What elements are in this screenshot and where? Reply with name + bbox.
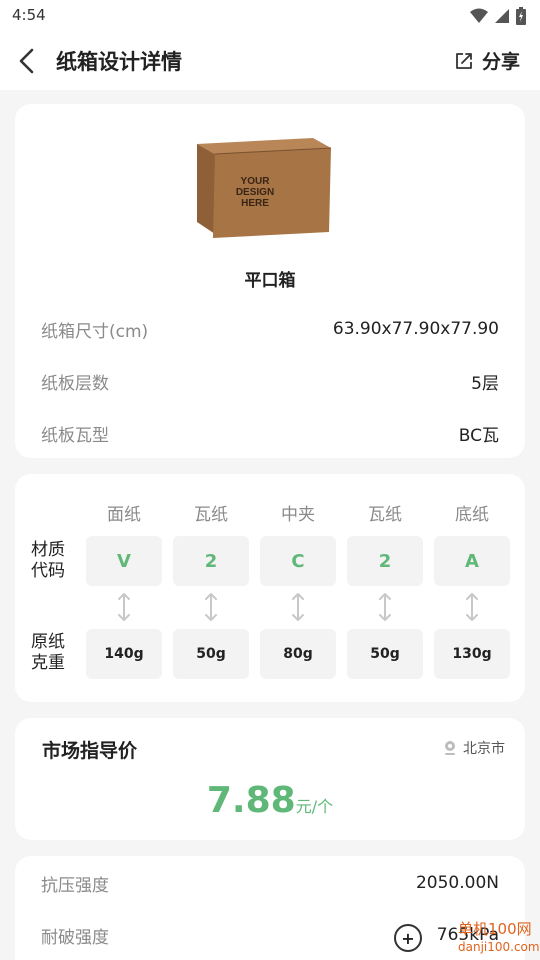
location-selector[interactable]: 北京市 [443,738,505,758]
paper-weight-cell: 50g [347,629,423,679]
info-row-compression: 抗压强度 2050.00N [41,868,499,898]
column-header: 中夹 [281,505,315,525]
status-time: 4:54 [12,6,46,24]
box-print-line-1: YOUR [241,176,271,187]
info-value: BC瓦 [458,425,499,446]
label-line: 材质 [31,540,65,560]
box-detail-card: YOUR DESIGN HERE 平口箱 纸箱尺寸(cm) 63.90x77.9… [15,104,525,458]
box-image: YOUR DESIGN HERE [197,138,332,238]
page-title: 纸箱设计详情 [56,50,182,74]
info-value: 2050.00N [415,873,499,893]
material-code-cell: 2 [173,536,249,586]
column-header: 底纸 [455,505,489,525]
material-code-cell: C [260,536,336,586]
watermark-logo-icon: + [394,924,422,952]
back-button[interactable] [14,46,42,76]
material-code-cell: A [434,536,510,586]
share-icon [456,52,472,69]
market-price-title: 市场指导价 [42,740,138,762]
info-label: 抗压强度 [41,875,109,896]
box-print-line-3: HERE [241,198,269,209]
box-type-name: 平口箱 [244,271,296,291]
label-line: 原纸 [31,632,65,652]
material-code-cell: V [86,536,162,586]
vertical-arrow-icon [347,592,423,622]
location-label: 北京市 [463,741,505,757]
chevron-left-icon [19,48,34,74]
vertical-arrow-icon [260,592,336,622]
paper-weight-label: 原纸 克重 [31,632,81,674]
battery-icon [516,7,526,25]
signal-icon [495,9,509,23]
paper-weight-cell: 130g [434,629,510,679]
market-price-card: 市场指导价 北京市 7.88元/个 [15,718,525,840]
vertical-arrow-icon [86,592,162,622]
info-value: 5层 [471,373,499,394]
paper-weight-cell: 50g [173,629,249,679]
material-code-cell: 2 [347,536,423,586]
info-row-flute: 纸板瓦型 BC瓦 [41,418,499,448]
column-header: 瓦纸 [368,505,402,525]
price-value: 7.88 [206,780,296,821]
wifi-icon [470,8,488,23]
material-table-card: 面纸 瓦纸 中夹 瓦纸 底纸 材质 代码 V 2 C 2 A 原纸 克重 140… [15,474,525,702]
paper-weight-cell: 80g [260,629,336,679]
info-label: 纸板层数 [41,373,109,394]
price-unit: 元/个 [295,797,334,816]
column-header: 面纸 [107,505,141,525]
info-row-size: 纸箱尺寸(cm) 63.90x77.90x77.90 [41,314,499,344]
watermark: + 单机100网 danji100.com [390,916,540,960]
info-label: 纸板瓦型 [41,425,109,446]
info-label: 纸箱尺寸(cm) [41,321,149,342]
label-line: 克重 [31,653,65,673]
label-line: 代码 [31,561,65,581]
paper-weight-cell: 140g [86,629,162,679]
info-label: 耐破强度 [41,927,109,948]
column-header: 瓦纸 [194,505,228,525]
info-row-layers: 纸板层数 5层 [41,366,499,396]
vertical-arrow-icon [434,592,510,622]
info-value: 63.90x77.90x77.90 [332,319,499,339]
vertical-arrow-icon [173,592,249,622]
box-print-line-2: DESIGN [236,187,274,198]
status-icons [470,7,526,25]
share-button[interactable]: 分享 [454,47,520,74]
guide-price: 7.88元/个 [15,780,525,821]
material-code-label: 材质 代码 [31,540,81,582]
status-bar: 4:54 [0,0,540,32]
app-header: 纸箱设计详情 分享 [0,32,540,90]
watermark-line-2: danji100.com [458,940,540,954]
share-label: 分享 [481,51,520,73]
location-pin-icon [445,741,455,755]
watermark-line-1: 单机100网 [458,920,532,938]
